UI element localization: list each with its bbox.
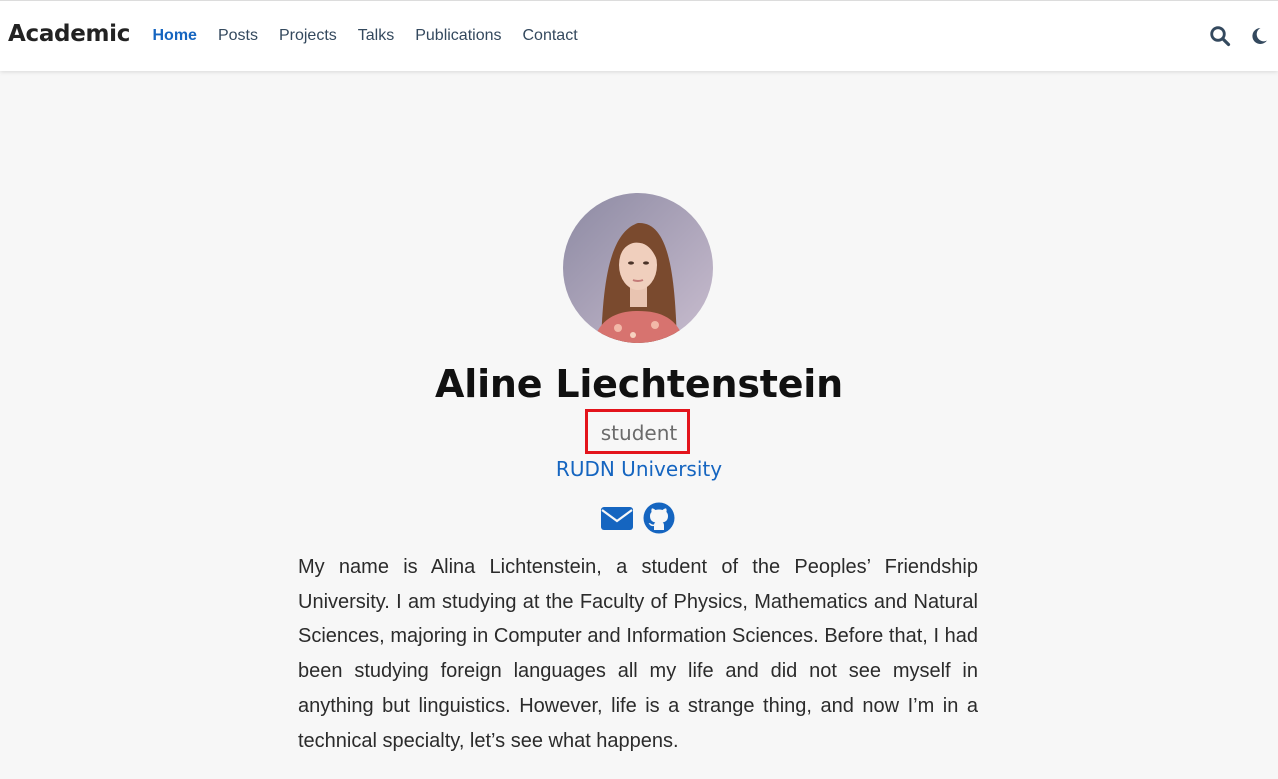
nav-link-publications[interactable]: Publications xyxy=(405,27,512,45)
profile-organization-link[interactable]: RUDN University xyxy=(0,457,1278,481)
nav-link-posts[interactable]: Posts xyxy=(207,27,268,45)
nav-link-talks[interactable]: Talks xyxy=(347,27,404,45)
main-nav: Home Posts Projects Talks Publications C… xyxy=(142,27,588,45)
profile-name: Aline Liechtenstein xyxy=(435,362,843,406)
site-brand[interactable]: Academic xyxy=(8,21,130,47)
nav-link-home[interactable]: Home xyxy=(142,27,207,45)
profile-bio: My name is Alina Lichtenstein, a student… xyxy=(298,556,978,752)
profile-role: student xyxy=(600,421,678,445)
social-links xyxy=(600,502,675,539)
envelope-icon[interactable] xyxy=(600,502,634,539)
nav-link-projects[interactable]: Projects xyxy=(268,27,347,45)
moon-icon[interactable] xyxy=(1248,25,1270,47)
nav-link-contact[interactable]: Contact xyxy=(512,27,588,45)
navbar: Academic Home Posts Projects Talks Publi… xyxy=(0,0,1278,71)
search-icon[interactable] xyxy=(1209,25,1231,47)
github-icon[interactable] xyxy=(643,502,675,539)
avatar xyxy=(563,193,713,343)
